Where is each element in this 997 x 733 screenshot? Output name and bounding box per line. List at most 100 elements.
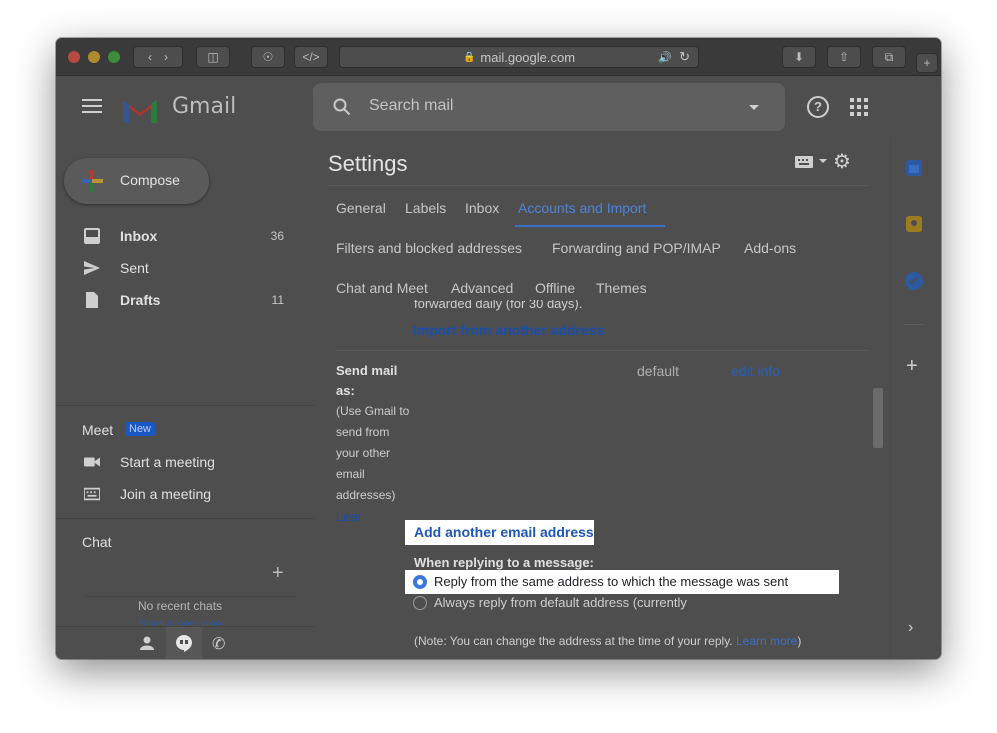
sidebar-item-label: Inbox <box>120 228 158 244</box>
keyboard-icon[interactable] <box>795 156 813 168</box>
reply-default-radio[interactable] <box>413 596 427 610</box>
new-chat-plus-icon[interactable]: + <box>272 562 284 585</box>
tab-themes[interactable]: Themes <box>596 280 647 296</box>
minimize-window-button[interactable] <box>88 51 100 63</box>
extension-icon: ☉ <box>262 50 274 64</box>
share-button[interactable]: ⇧ <box>827 46 861 68</box>
note-text-end: ) <box>797 634 802 648</box>
chevron-right-icon[interactable]: › <box>164 50 168 64</box>
tab-filters[interactable]: Filters and blocked addresses <box>336 240 522 256</box>
tabs-overview-button[interactable]: ⧉ <box>872 46 906 68</box>
send-mail-desc-line: addresses) <box>336 488 396 502</box>
keep-icon[interactable] <box>906 216 922 232</box>
learn-more-link-partial[interactable]: Lear <box>336 509 362 524</box>
start-new-chat-link[interactable]: Start a new one <box>138 618 222 625</box>
apps-grid-icon[interactable] <box>850 98 868 116</box>
reply-same-radio[interactable] <box>413 575 427 589</box>
gmail-logo-text: Gmail <box>172 94 237 119</box>
scrollbar-thumb[interactable] <box>873 388 883 448</box>
tab-forwarding[interactable]: Forwarding and POP/IMAP <box>552 240 721 256</box>
tab-chat-and-meet[interactable]: Chat and Meet <box>336 280 428 296</box>
zoom-window-button[interactable] <box>108 51 120 63</box>
send-mail-as-title-line2: as: <box>336 383 355 398</box>
close-window-button[interactable] <box>68 51 80 63</box>
reply-same-address-option[interactable]: Reply from the same address to which the… <box>405 570 839 594</box>
tab-offline[interactable]: Offline <box>535 280 575 296</box>
section-divider <box>336 350 868 351</box>
help-icon[interactable]: ? <box>807 96 829 118</box>
new-badge: New <box>125 422 156 436</box>
compose-label: Compose <box>120 172 180 188</box>
browser-window: ‹ › ◫ ☉ </> 🔒 mail.google.com 🔊 ↻ ⬇ ⇧ ⧉ … <box>56 38 941 659</box>
sidebar-item-inbox[interactable]: Inbox 36 <box>56 220 306 252</box>
get-addons-plus-icon[interactable]: + <box>906 355 918 378</box>
tab-labels[interactable]: Labels <box>405 200 446 216</box>
hangouts-icon <box>176 635 192 652</box>
person-icon[interactable] <box>140 636 154 650</box>
chat-bottom-bar: ✆ <box>56 626 314 659</box>
drafts-count: 11 <box>271 293 284 307</box>
import-description-text: forwarded daily (for 30 days). <box>414 300 582 315</box>
lock-icon: 🔒 <box>462 51 476 63</box>
calendar-icon[interactable] <box>906 160 922 176</box>
send-mail-desc-line: (Use Gmail to <box>336 404 410 418</box>
edit-info-link[interactable]: edit info <box>731 363 780 379</box>
send-mail-as-title-line1: Send mail <box>336 363 398 378</box>
search-bar[interactable]: Search mail <box>313 83 785 131</box>
add-another-email-link[interactable]: Add another email address <box>405 520 594 545</box>
sidebar-icon: ◫ <box>207 50 219 64</box>
search-options-icon[interactable] <box>749 105 759 110</box>
start-meeting-label: Start a meeting <box>120 454 215 470</box>
send-icon <box>84 261 100 275</box>
join-meeting-item[interactable]: Join a meeting <box>56 478 306 510</box>
expand-side-panel-icon[interactable]: › <box>908 619 913 637</box>
back-forward-buttons[interactable]: ‹ › <box>133 46 183 68</box>
send-mail-desc-line: your other <box>336 446 391 460</box>
plus-icon: + <box>923 56 931 70</box>
main-menu-icon[interactable] <box>82 99 102 117</box>
reload-icon[interactable]: ↻ <box>679 49 690 65</box>
hangouts-tab[interactable] <box>166 627 202 659</box>
tab-accounts-and-import[interactable]: Accounts and Import <box>518 200 646 216</box>
input-tools-dropdown-icon[interactable] <box>819 159 827 163</box>
video-camera-icon <box>84 457 100 467</box>
phone-icon[interactable]: ✆ <box>212 634 225 654</box>
inbox-icon <box>84 228 100 244</box>
tab-add-ons[interactable]: Add-ons <box>744 240 796 256</box>
note-text-body: (Note: You can change the address at the… <box>414 634 733 648</box>
import-from-address-link[interactable]: Import from another address <box>413 322 604 338</box>
no-recent-chats-text: No recent chats <box>138 599 223 613</box>
sidebar-item-drafts[interactable]: Drafts 11 <box>56 284 306 316</box>
chevron-left-icon[interactable]: ‹ <box>148 50 152 64</box>
address-bar[interactable]: 🔒 mail.google.com 🔊 ↻ <box>339 46 699 68</box>
tab-general[interactable]: General <box>336 200 386 216</box>
speaker-icon[interactable]: 🔊 <box>658 51 672 64</box>
browser-toolbar: ‹ › ◫ ☉ </> 🔒 mail.google.com 🔊 ↻ ⬇ ⇧ ⧉ … <box>56 38 941 76</box>
side-panel-divider <box>890 139 891 659</box>
sidebar-item-sent[interactable]: Sent <box>56 252 306 284</box>
note-learn-more-link[interactable]: Learn more <box>736 634 797 648</box>
new-tab-button[interactable]: + <box>916 53 938 73</box>
replying-label: When replying to a message: <box>414 555 594 570</box>
settings-gear-icon[interactable]: ⚙ <box>833 149 851 174</box>
search-icon[interactable] <box>333 98 351 116</box>
devtools-button[interactable]: </> <box>294 46 328 68</box>
downloads-button[interactable]: ⬇ <box>782 46 816 68</box>
tab-advanced[interactable]: Advanced <box>451 280 513 296</box>
join-meeting-label: Join a meeting <box>120 486 212 502</box>
send-mail-desc-line: email <box>336 467 365 481</box>
sidebar-toggle-button[interactable]: ◫ <box>196 46 230 68</box>
chat-divider <box>86 596 296 597</box>
active-tab-indicator <box>515 225 665 227</box>
reply-default-label: Always reply from default address (curre… <box>434 595 687 610</box>
password-extension-button[interactable]: ☉ <box>251 46 285 68</box>
tasks-icon[interactable] <box>905 272 923 290</box>
sidebar-divider <box>56 405 314 406</box>
compose-plus-icon <box>81 170 103 192</box>
tab-inbox[interactable]: Inbox <box>465 200 499 216</box>
search-input[interactable]: Search mail <box>369 97 453 115</box>
compose-button[interactable]: Compose <box>64 158 209 204</box>
start-meeting-item[interactable]: Start a meeting <box>56 446 306 478</box>
meet-heading: Meet <box>82 422 114 438</box>
reply-same-label: Reply from the same address to which the… <box>434 574 789 589</box>
